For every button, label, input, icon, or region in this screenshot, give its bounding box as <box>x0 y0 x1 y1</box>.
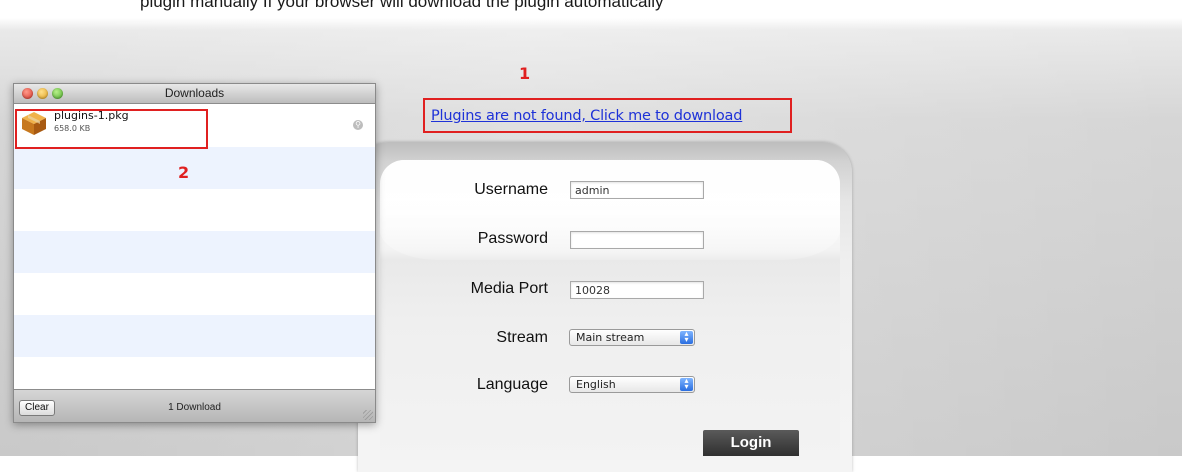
list-stripe <box>14 147 375 189</box>
language-select[interactable]: English ▴ ▾ <box>569 376 695 393</box>
password-label: Password <box>477 230 548 247</box>
downloads-titlebar[interactable]: Downloads <box>14 84 375 104</box>
annotation-label-2: 2 <box>178 163 190 182</box>
magnifier-icon[interactable]: ⚲ <box>353 120 363 130</box>
list-stripe <box>14 273 375 315</box>
annotation-box-2 <box>15 109 208 149</box>
chevron-updown-icon: ▴ ▾ <box>680 377 693 391</box>
media-port-label: Media Port <box>470 280 548 297</box>
username-label: Username <box>474 181 548 198</box>
stream-select-value: Main stream <box>576 331 645 344</box>
username-input[interactable] <box>570 181 704 199</box>
list-stripe <box>14 231 375 273</box>
instruction-text: plugin manually If your browser will dow… <box>140 0 664 11</box>
list-stripe <box>14 357 375 390</box>
chevron-updown-icon: ▴ ▾ <box>680 330 693 344</box>
list-stripe <box>14 315 375 357</box>
password-input[interactable] <box>570 231 704 249</box>
list-stripe <box>14 189 375 231</box>
language-label: Language <box>476 376 548 393</box>
downloads-footer: Clear 1 Download <box>14 389 375 422</box>
plugin-download-link[interactable]: Plugins are not found, Click me to downl… <box>431 108 742 124</box>
language-select-value: English <box>576 378 616 391</box>
login-button[interactable]: Login <box>703 430 799 456</box>
stream-select[interactable]: Main stream ▴ ▾ <box>569 329 695 346</box>
downloads-title: Downloads <box>164 86 225 100</box>
resize-grip-icon[interactable] <box>363 410 373 420</box>
media-port-input[interactable] <box>570 281 704 299</box>
download-count: 1 Download <box>168 402 221 413</box>
stream-label: Stream <box>496 329 548 346</box>
annotation-label-1: 1 <box>519 64 531 83</box>
